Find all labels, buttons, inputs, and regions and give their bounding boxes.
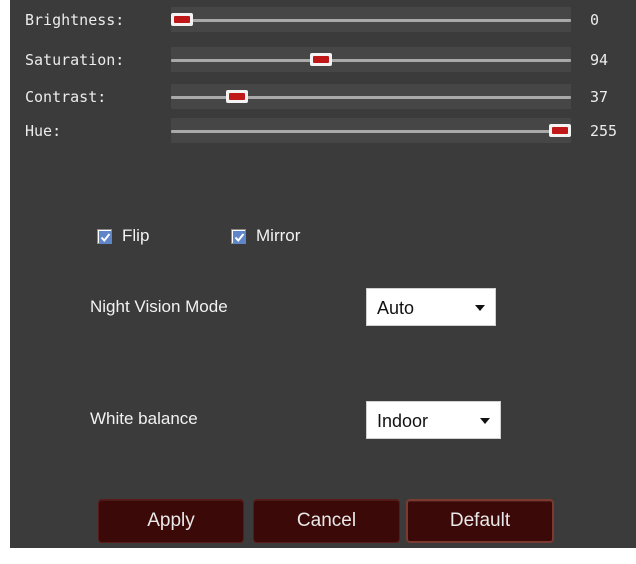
check-icon	[233, 230, 246, 244]
check-icon	[99, 230, 112, 244]
chevron-down-icon	[475, 305, 485, 311]
white-balance-select[interactable]: Indoor	[366, 401, 501, 439]
contrast-label: Contrast:	[25, 88, 107, 106]
saturation-slider-thumb[interactable]	[310, 53, 333, 66]
slider-row-hue: Hue: 255	[10, 118, 636, 145]
mirror-label: Mirror	[256, 226, 301, 245]
brightness-slider-track[interactable]	[171, 19, 571, 22]
mirror-checkbox-group[interactable]: Mirror	[231, 225, 300, 247]
hue-label: Hue:	[25, 122, 62, 140]
saturation-slider-track[interactable]	[171, 59, 571, 62]
brightness-slider-thumb[interactable]	[171, 13, 193, 26]
contrast-value: 37	[590, 88, 609, 106]
flip-checkbox-group[interactable]: Flip	[97, 225, 149, 247]
brightness-label: Brightness:	[25, 11, 125, 29]
hue-value: 255	[590, 122, 618, 140]
night-vision-selected-value: Auto	[377, 298, 415, 318]
flip-label: Flip	[122, 226, 150, 245]
chevron-down-icon	[480, 418, 490, 424]
mirror-checkbox[interactable]	[231, 228, 246, 244]
white-balance-selected-value: Indoor	[377, 411, 429, 431]
slider-row-saturation: Saturation: 94	[10, 47, 636, 74]
night-vision-select[interactable]: Auto	[366, 288, 496, 326]
contrast-slider-thumb[interactable]	[225, 90, 248, 103]
white-balance-label: White balance	[90, 409, 198, 428]
apply-button[interactable]: Apply	[98, 499, 244, 543]
cancel-button[interactable]: Cancel	[253, 499, 400, 543]
image-settings-panel: Brightness: 0 Saturation: 94 Contrast: 3…	[10, 0, 636, 548]
saturation-value: 94	[590, 51, 609, 69]
slider-row-contrast: Contrast: 37	[10, 84, 636, 111]
night-vision-label: Night Vision Mode	[90, 297, 228, 316]
default-button[interactable]: Default	[406, 499, 554, 543]
hue-slider-thumb[interactable]	[549, 124, 571, 137]
brightness-value: 0	[590, 11, 600, 29]
flip-checkbox[interactable]	[97, 228, 112, 244]
hue-slider-track[interactable]	[171, 130, 571, 133]
slider-row-brightness: Brightness: 0	[10, 7, 636, 34]
saturation-label: Saturation:	[25, 51, 125, 69]
